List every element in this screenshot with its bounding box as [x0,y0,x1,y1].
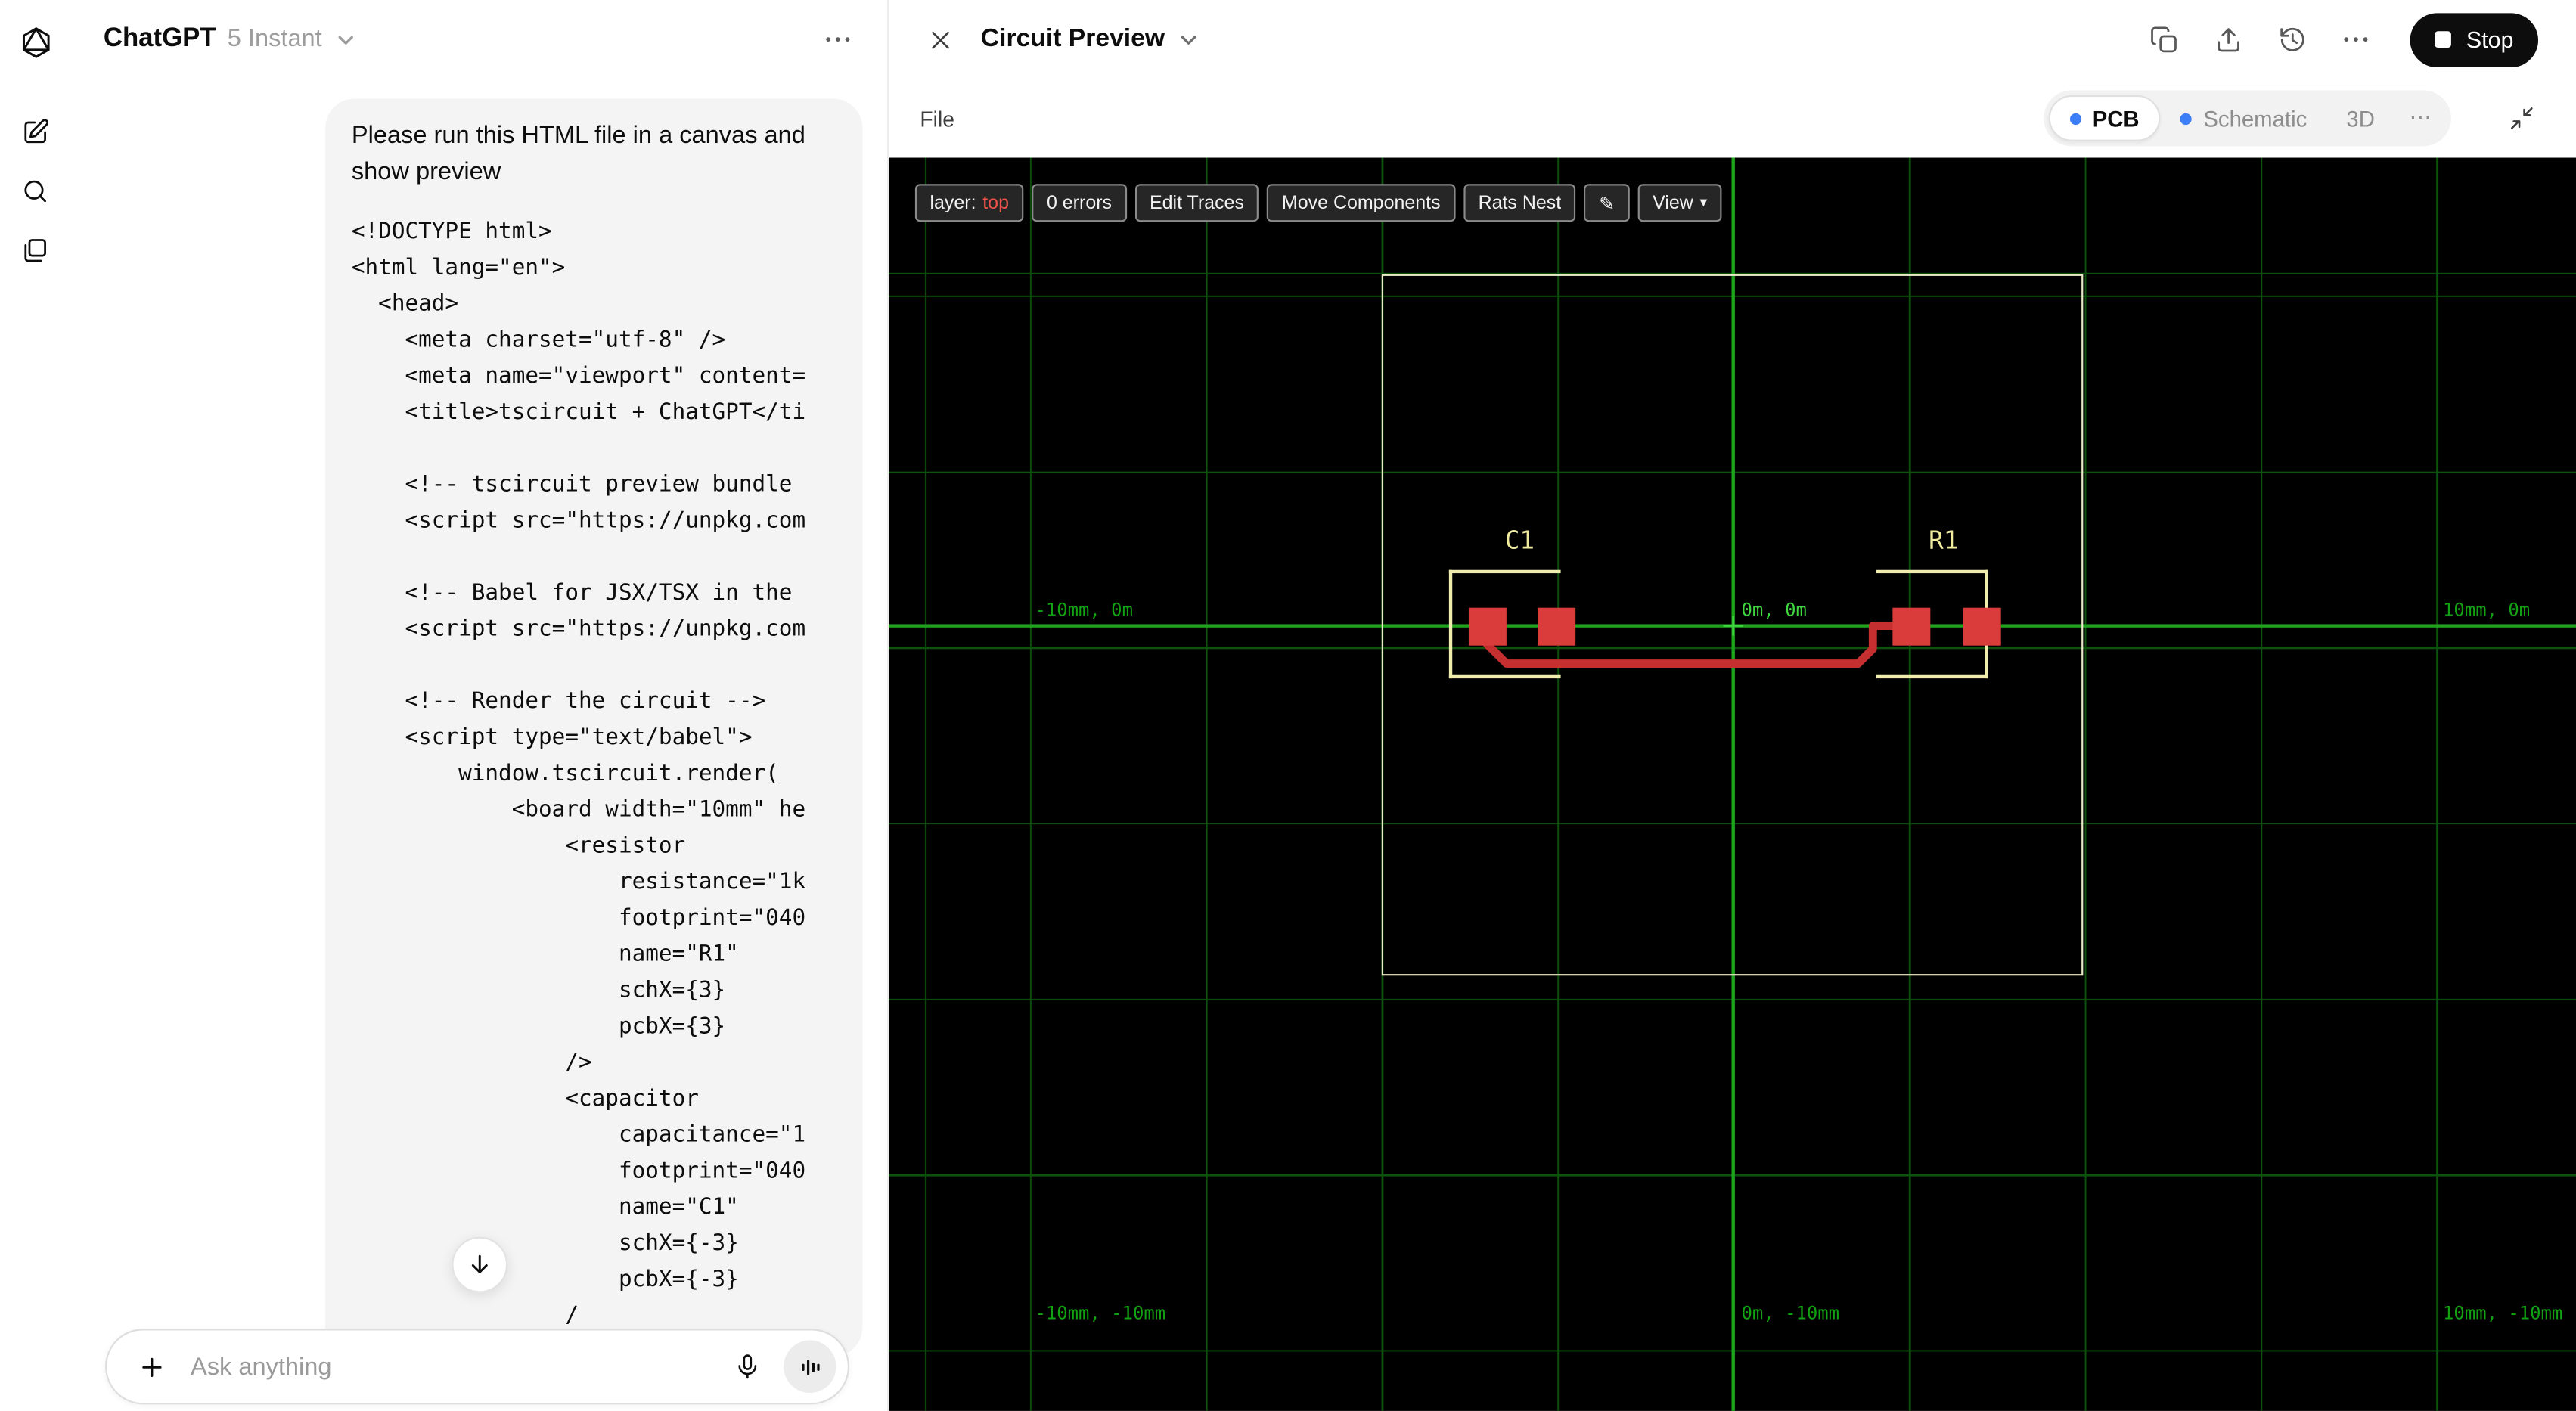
pcb-canvas[interactable]: C1 R1 -10mm, 0m 0m, 0m 10mm, 0m -10mm, -… [889,157,2576,1411]
grid-label-origin: 0m, 0m [1741,599,1807,622]
chat-panel: ChatGPT 5 Instant Please run this HTML f… [70,0,889,1411]
close-preview-button[interactable] [915,15,964,64]
message-list: Please run this HTML file in a canvas an… [70,79,887,1411]
schematic-dot-icon [2180,112,2193,125]
tab-3d[interactable]: 3D [2326,95,2394,141]
pcb-toolbar: layer: top 0 errors Edit Traces Move Com… [914,184,1722,222]
chat-header: ChatGPT 5 Instant [70,0,887,79]
chat-input[interactable] [187,1351,712,1382]
openai-logo-button[interactable] [12,20,58,66]
pencil-tool-button[interactable]: ✎ [1584,184,1630,222]
copy-icon [2150,26,2177,52]
errors-label: 0 errors [1046,193,1113,213]
rats-nest-label: Rats Nest [1478,193,1562,213]
grid-label-mid-left: -10mm, 0m [1035,599,1133,622]
library-button[interactable] [12,227,58,273]
origin-crosshair-icon [1723,616,1743,636]
layer-button[interactable]: layer: top [914,184,1024,222]
c1-pad-1[interactable] [1467,606,1506,645]
grid-label-bottom-right: 10mm, -10mm [2443,1302,2563,1324]
model-name: 5 Instant [227,24,322,53]
collapse-fullscreen-button[interactable] [2500,97,2543,139]
model-switcher[interactable]: ChatGPT 5 Instant [104,25,357,54]
stop-label: Stop [2466,26,2514,53]
tab-schematic-label: Schematic [2203,106,2308,131]
r1-label: R1 [1929,526,1959,556]
preview-menubar: File PCB Schematic 3D ⋯ [889,79,2576,157]
user-message-code: <!DOCTYPE html> <html lang="en"> <head> … [351,218,806,1329]
stop-button[interactable]: Stop [2410,12,2539,67]
more-options-button[interactable] [2336,20,2376,59]
edit-traces-label: Edit Traces [1149,193,1244,213]
file-menu[interactable]: File [920,106,954,131]
new-chat-icon [24,118,49,143]
close-icon [931,30,948,48]
layer-label: layer: [930,193,976,213]
chat-options-button[interactable] [815,17,861,63]
collapse-icon [2510,107,2533,129]
view-mode-switcher: PCB Schematic 3D ⋯ [2043,90,2451,147]
share-button[interactable] [2208,20,2248,59]
preview-title: Circuit Preview [980,24,1165,53]
app-title: ChatGPT [103,24,216,53]
r1-pad-2[interactable] [1962,606,2000,645]
grid-label-bottom-left: -10mm, -10mm [1035,1302,1166,1324]
preview-title-dropdown[interactable]: Circuit Preview [981,25,1200,54]
history-icon [2280,26,2304,51]
microphone-icon [738,1354,757,1379]
user-message-bubble: Please run this HTML file in a canvas an… [325,98,863,1357]
chevron-down-icon [1181,35,1196,44]
view-more-button[interactable]: ⋯ [2394,95,2446,141]
openai-logo-icon [21,27,49,58]
history-button[interactable] [2273,20,2312,59]
plus-icon [141,1357,161,1376]
pcb-trace-layer [1482,616,1915,668]
tab-schematic[interactable]: Schematic [2161,95,2326,141]
composer [105,1329,850,1405]
pencil-icon: ✎ [1599,194,1615,215]
stop-square-icon [2435,31,2452,48]
tab-pcb[interactable]: PCB [2048,95,2161,141]
voice-mode-button[interactable] [784,1340,836,1394]
new-chat-button[interactable] [12,108,58,154]
view-dropdown-button[interactable]: View ▾ [1637,184,1722,222]
c1-pad-2[interactable] [1537,606,1575,645]
errors-button[interactable]: 0 errors [1032,184,1127,222]
move-components-label: Move Components [1281,193,1441,213]
grid-label-mid-right: 10mm, 0m [2443,599,2531,622]
microphone-button[interactable] [725,1338,771,1394]
share-upload-icon [2217,27,2239,51]
rats-nest-button[interactable]: Rats Nest [1463,184,1576,222]
preview-header-actions: Stop [2144,12,2539,67]
grid-label-bottom-center: 0m, -10mm [1741,1302,1840,1324]
ellipsis-icon [2344,37,2368,42]
user-message-text: Please run this HTML file in a canvas an… [351,121,805,186]
app-layout: ChatGPT 5 Instant Please run this HTML f… [0,0,2576,1411]
ellipsis-icon: ⋯ [2409,105,2432,130]
sidebar-rail [0,0,70,1411]
voice-waveform-icon [801,1359,819,1375]
scroll-to-bottom-button[interactable] [452,1236,508,1293]
edit-traces-button[interactable]: Edit Traces [1134,184,1259,222]
arrow-down-icon [471,1254,488,1273]
chevron-down-icon [338,35,353,44]
canvas-preview-panel: Circuit Preview Stop File PCB Schematic … [889,0,2576,1411]
pcb-dot-icon [2069,112,2081,125]
add-attachment-button[interactable] [128,1338,174,1394]
move-components-button[interactable]: Move Components [1267,184,1456,222]
preview-header: Circuit Preview Stop [889,0,2576,79]
copy-button[interactable] [2144,20,2183,59]
search-chats-button[interactable] [12,168,58,214]
tab-pcb-label: PCB [2092,106,2140,131]
chatgpt-app: ChatGPT 5 Instant Please run this HTML f… [0,0,2576,1411]
c1-label: C1 [1504,526,1535,556]
view-label: View [1653,193,1693,213]
layer-value: top [982,193,1009,213]
r1-pad-1[interactable] [1892,606,1930,645]
caret-down-icon: ▾ [1699,194,1708,211]
tab-3d-label: 3D [2346,106,2375,131]
ellipsis-icon [826,37,850,42]
library-icon [24,238,46,262]
search-icon [24,179,46,202]
